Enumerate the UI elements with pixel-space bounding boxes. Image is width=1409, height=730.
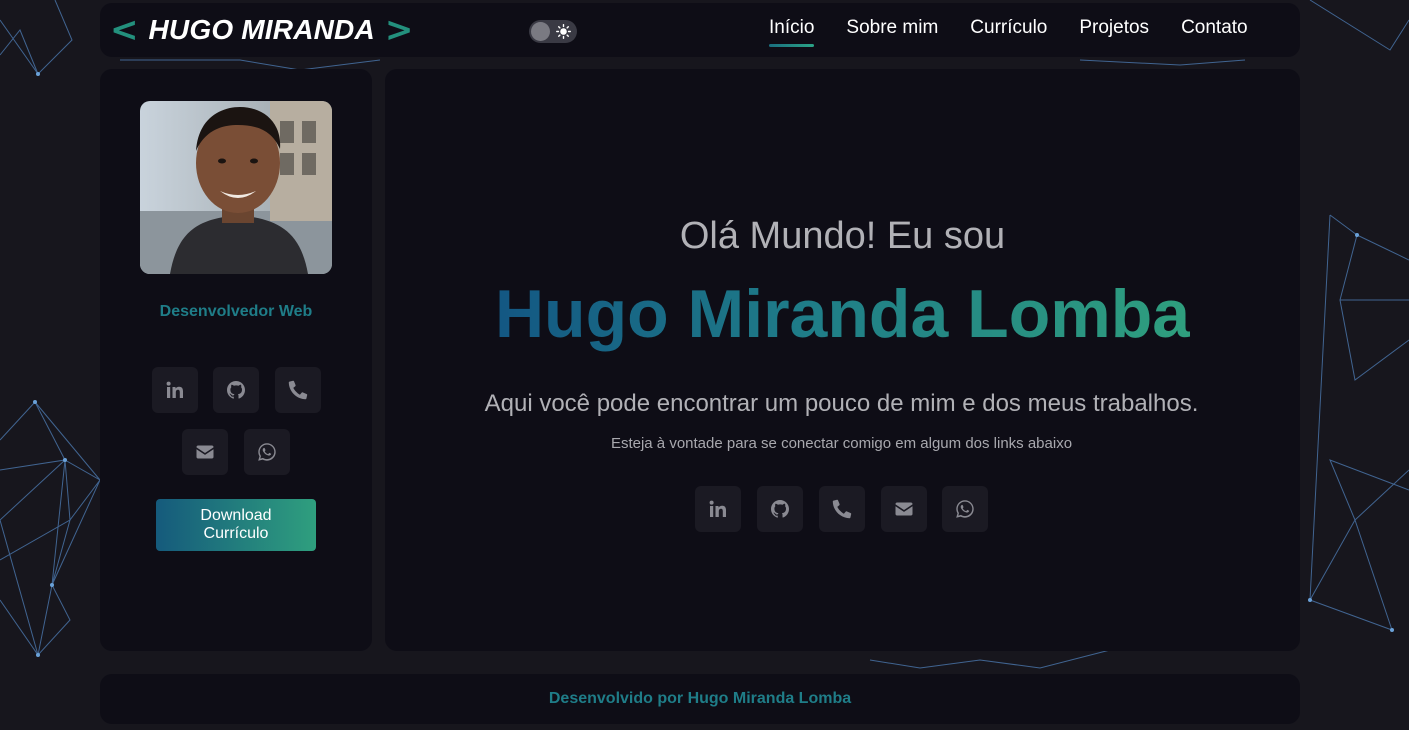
role-title: Desenvolvedor Web [159, 303, 313, 320]
nav-item-projetos[interactable]: Projetos [1079, 17, 1149, 47]
phone-icon [832, 499, 852, 519]
footer-credit: Desenvolvido por Hugo Miranda Lomba [548, 690, 852, 707]
avatar [140, 101, 332, 274]
theme-toggle[interactable] [529, 20, 577, 43]
whatsapp-icon [956, 500, 974, 518]
nav-item-sobre-mim[interactable]: Sobre mim [846, 17, 938, 47]
profile-sidebar: Desenvolvedor Web Download Currículo [100, 69, 372, 651]
hero-linkedin-button[interactable] [695, 486, 741, 532]
sidebar-github-button[interactable] [213, 367, 259, 413]
download-cv-button[interactable]: Download Currículo [156, 499, 316, 551]
logo[interactable]: < HUGO MIRANDA > [110, 13, 413, 47]
sidebar-whatsapp-button[interactable] [244, 429, 290, 475]
logo-left-bracket: < [110, 10, 139, 50]
nav-item-inicio[interactable]: Início [769, 17, 815, 47]
linkedin-icon [709, 500, 726, 517]
sidebar-linkedin-button[interactable] [152, 367, 198, 413]
logo-right-bracket: > [384, 10, 414, 50]
hero-greeting: Olá Mundo! Eu sou [679, 215, 1006, 257]
linkedin-icon [166, 381, 183, 398]
whatsapp-icon [258, 443, 276, 461]
email-icon [196, 445, 214, 459]
navbar: < HUGO MIRANDA > Início Sobre mim Curríc… [100, 3, 1300, 57]
hero-subtagline: Esteja à vontade para se conectar comigo… [610, 435, 1073, 452]
logo-text: HUGO MIRANDA [148, 14, 375, 45]
nav-item-contato[interactable]: Contato [1181, 17, 1248, 47]
sidebar-phone-button[interactable] [275, 367, 321, 413]
hero-whatsapp-button[interactable] [942, 486, 988, 532]
hero-name: Hugo Miranda Lomba [385, 274, 1300, 354]
nav-item-curriculo[interactable]: Currículo [970, 17, 1047, 47]
sidebar-email-button[interactable] [182, 429, 228, 475]
hero-phone-button[interactable] [819, 486, 865, 532]
hero-name-text: Hugo Miranda Lomba [494, 276, 1191, 352]
nav-links: Início Sobre mim Currículo Projetos Cont… [769, 17, 1280, 47]
github-icon [771, 500, 789, 518]
github-icon [227, 381, 245, 399]
sun-icon [556, 24, 571, 39]
phone-icon [288, 380, 308, 400]
footer: Desenvolvido por Hugo Miranda Lomba [100, 674, 1300, 724]
email-icon [895, 502, 913, 516]
toggle-knob [531, 22, 550, 41]
hero-tagline: Aqui você pode encontrar um pouco de mim… [484, 390, 1199, 417]
hero-github-button[interactable] [757, 486, 803, 532]
hero-section: Olá Mundo! Eu sou Hugo Miranda Lomba Aqu… [385, 69, 1300, 651]
hero-email-button[interactable] [881, 486, 927, 532]
